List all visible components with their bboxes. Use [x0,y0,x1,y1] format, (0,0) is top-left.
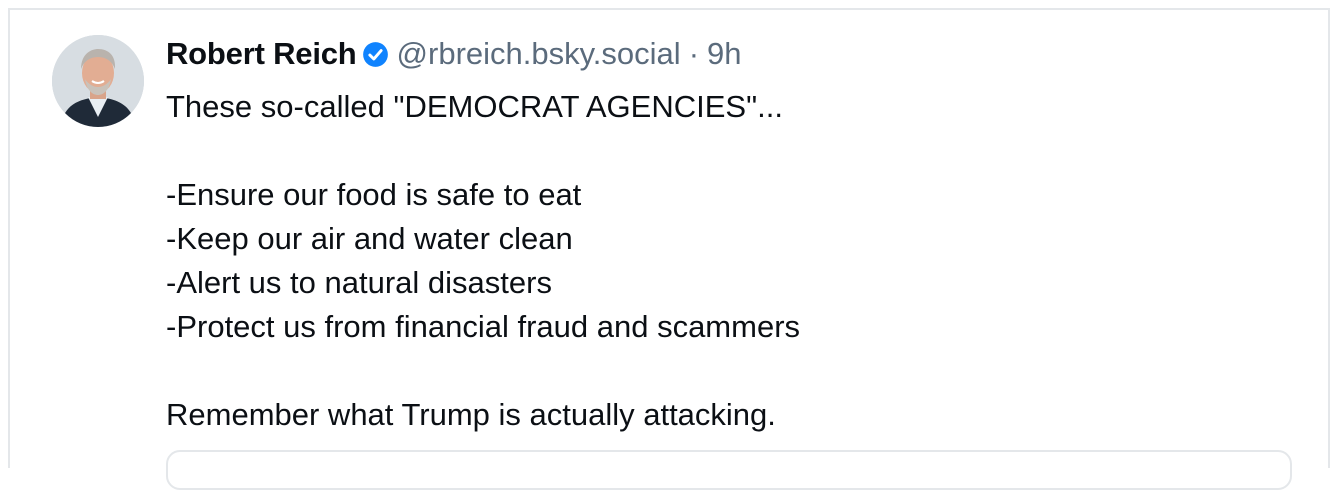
post-text-line [166,349,1306,393]
post-text-line: Remember what Trump is actually attackin… [166,397,776,432]
author-handle[interactable]: @rbreich.bsky.social [397,36,681,72]
avatar[interactable] [52,35,144,127]
post-timestamp[interactable]: 9h [707,36,741,72]
post-header: Robert Reich @rbreich.bsky.social · 9h [166,30,1306,78]
embedded-post-card[interactable] [166,450,1292,490]
post-text-line: -Alert us to natural disasters [166,265,552,300]
post-text-line: These so-called "DEMOCRAT AGENCIES"... [166,89,783,124]
author-name[interactable]: Robert Reich [166,36,357,72]
post-card[interactable]: Robert Reich @rbreich.bsky.social · 9h T… [8,8,1330,490]
post-content: Robert Reich @rbreich.bsky.social · 9h T… [166,30,1306,437]
post-text-line [166,129,1306,173]
post-text: These so-called "DEMOCRAT AGENCIES"... -… [166,85,1306,437]
post-text-line: -Ensure our food is safe to eat [166,177,582,212]
separator: · [688,36,700,71]
verified-check-icon [362,41,389,68]
avatar-image [52,35,144,127]
post-text-line: -Protect us from financial fraud and sca… [166,309,801,344]
post-text-line: -Keep our air and water clean [166,221,573,256]
